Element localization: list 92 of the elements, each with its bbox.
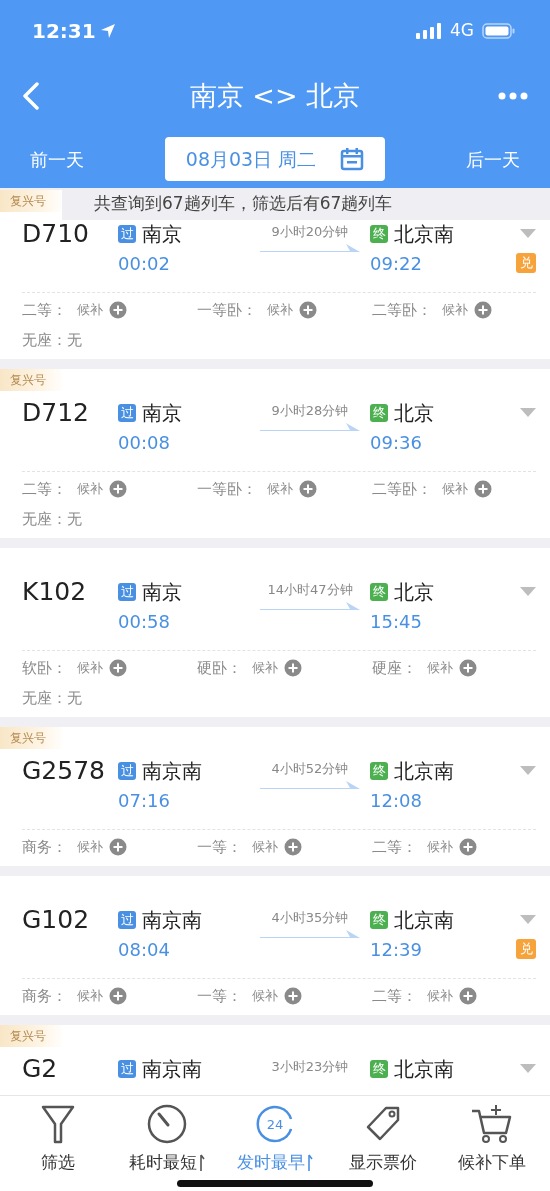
departure-time: 08:04 [118,937,171,962]
pass-through-tag: 过 [118,1060,136,1078]
seat-class-label: 二等： [372,836,417,858]
seat-class-label: 无座： [22,329,67,351]
seat-status: 候补 [77,838,103,857]
seat-status: 无 [67,508,82,530]
arrival-time: 09:22 [370,251,423,276]
travel-duration: 4小时52分钟 [271,760,349,778]
station-name: 北京南 [394,1056,454,1083]
pass-through-tag: 过 [118,404,136,422]
seat-status: 候补 [427,987,453,1006]
seat-status: 候补 [267,480,293,499]
departure-time: 00:02 [118,251,171,276]
pass-through-tag: 过 [118,225,136,243]
terminal-tag: 终 [370,1060,388,1078]
train-type-tag: 复兴号 [0,727,64,749]
departure-time: 07:16 [118,788,171,813]
seat-class-label: 一等卧： [197,299,257,321]
seat-class-label: 二等卧： [372,478,432,500]
station-name: 北京南 [394,758,454,785]
pass-through-tag: 过 [118,762,136,780]
station-name: 南京 [142,221,182,248]
seat-class-label: 硬座： [372,657,417,679]
page-title: 南京 <> 北京 [188,78,362,113]
terminal-tag: 终 [370,911,388,929]
seat-status: 候补 [267,301,293,320]
station-name: 北京 [394,400,434,427]
train-type-tag: 复兴号 [0,190,64,212]
seat-status: 候补 [427,659,453,678]
seat-status: 候补 [252,838,278,857]
train-number: G2578 [22,755,106,788]
terminal-tag: 终 [370,225,388,243]
arrival-time: 09:36 [370,430,423,455]
terminal-tag: 终 [370,762,388,780]
seat-class-label: 商务： [22,836,67,858]
train-number: D712 [22,397,90,430]
seat-status: 候补 [427,838,453,857]
status-time: 12:31 [32,18,96,45]
seat-class-label: 二等： [22,299,67,321]
station-name: 南京南 [142,907,202,934]
pass-through-tag: 过 [118,583,136,601]
seat-status: 候补 [77,480,103,499]
terminal-tag: 终 [370,583,388,601]
seat-status: 候补 [77,659,103,678]
train-number: K102 [22,576,88,609]
travel-duration: 3小时23分钟 [271,1058,349,1076]
network-label: 4G [450,19,474,43]
travel-duration: 9小时20分钟 [271,223,349,241]
seat-status: 无 [67,329,82,351]
seat-status: 候补 [77,301,103,320]
pass-through-tag: 过 [118,911,136,929]
travel-duration: 14小时47分钟 [267,581,353,599]
seat-class-label: 一等卧： [197,478,257,500]
arrival-time: 15:45 [370,609,423,634]
station-name: 南京南 [142,758,202,785]
train-number: G2 [22,1053,59,1086]
seat-class-label: 无座： [22,687,67,709]
station-name: 北京 [394,579,434,606]
station-name: 北京南 [394,221,454,248]
seat-class-label: 二等： [22,478,67,500]
seat-status: 候补 [252,659,278,678]
travel-duration: 9小时28分钟 [271,402,349,420]
seat-status: 无 [67,687,82,709]
seat-class-label: 二等： [372,985,417,1007]
seat-class-label: 二等卧： [372,299,432,321]
seat-class-label: 软卧： [22,657,67,679]
seat-class-label: 硬卧： [197,657,242,679]
seat-class-label: 商务： [22,985,67,1007]
arrival-time: 12:08 [370,788,423,813]
result-count-toast: 共查询到67趟列车，筛选后有67趟列车 [62,188,550,220]
seat-status: 候补 [77,987,103,1006]
train-number: G102 [22,904,91,937]
exchange-badge: 兑 [516,253,536,273]
station-name: 南京南 [142,1056,202,1083]
travel-duration: 4小时35分钟 [271,909,349,927]
seat-class-label: 一等： [197,836,242,858]
station-name: 北京南 [394,907,454,934]
seat-status: 候补 [442,480,468,499]
train-number: D710 [22,218,90,251]
departure-time: 00:58 [118,609,171,634]
arrival-time: 12:39 [370,937,423,962]
terminal-tag: 终 [370,404,388,422]
seat-class-label: 无座： [22,508,67,530]
seat-status: 候补 [442,301,468,320]
station-name: 南京 [142,579,182,606]
departure-time: 00:08 [118,430,171,455]
train-type-tag: 复兴号 [0,369,64,391]
seat-class-label: 一等： [197,985,242,1007]
seat-status: 候补 [252,987,278,1006]
train-type-tag: 复兴号 [0,1025,64,1047]
station-name: 南京 [142,400,182,427]
exchange-badge: 兑 [516,939,536,959]
